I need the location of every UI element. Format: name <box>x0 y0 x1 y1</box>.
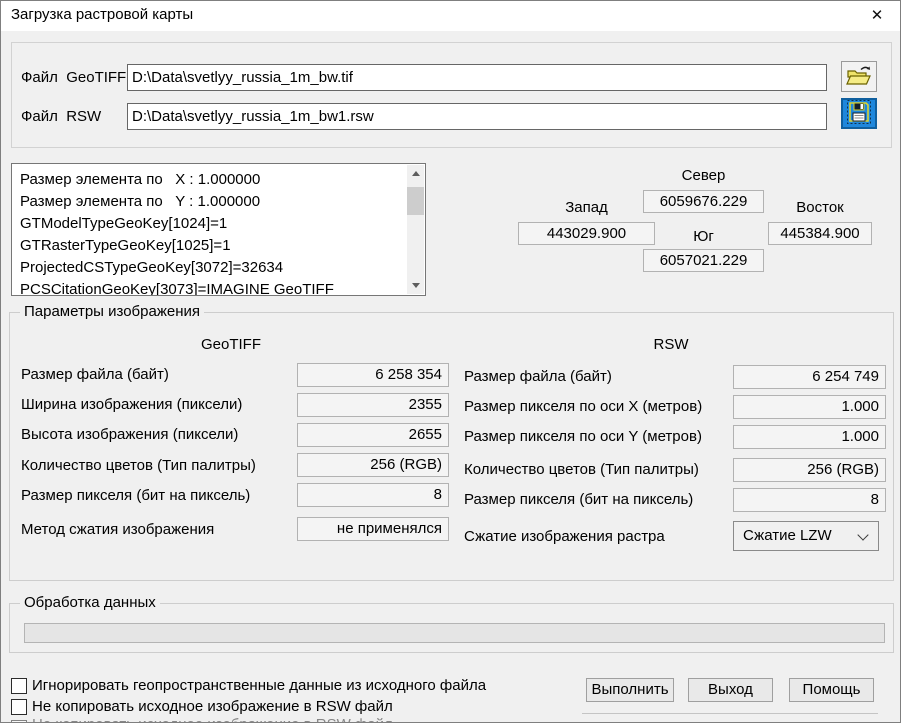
param-value: 6 258 354 <box>297 363 449 387</box>
metadata-line: GTRasterTypeGeoKey[1025]=1 <box>12 235 408 257</box>
close-icon[interactable]: ✕ <box>854 1 900 30</box>
compression-selected-value: Сжатие LZW <box>743 527 832 544</box>
west-value: 443029.900 <box>518 222 655 245</box>
param-value: 8 <box>297 483 449 507</box>
clipped-divider <box>582 713 878 714</box>
south-label: Юг <box>643 227 764 247</box>
checkbox-ignore-geodata[interactable] <box>11 678 27 694</box>
open-geotiff-button[interactable] <box>841 61 877 92</box>
folder-open-icon <box>846 65 872 89</box>
param-label: Количество цветов (Тип палитры) <box>21 456 256 476</box>
param-label: Размер пикселя (бит на пиксель) <box>21 486 250 506</box>
rsw-path-input[interactable] <box>127 103 827 130</box>
north-label: Север <box>643 166 764 186</box>
param-label: Количество цветов (Тип палитры) <box>464 460 699 480</box>
param-value: 256 (RGB) <box>733 458 886 482</box>
title-bar: Загрузка растровой карты ✕ <box>1 1 900 31</box>
param-label: Метод сжатия изображения <box>21 520 214 540</box>
dialog-title: Загрузка растровой карты <box>11 6 193 23</box>
west-label: Запад <box>518 198 655 218</box>
help-button[interactable]: Помощь <box>789 678 874 702</box>
geotiff-column-header: GeoTIFF <box>141 335 321 355</box>
east-label: Восток <box>768 198 872 218</box>
south-value: 6057021.229 <box>643 249 764 272</box>
checkbox-ignore-geodata-label: Игнорировать геопространственные данные … <box>32 676 486 696</box>
metadata-line: PCSCitationGeoKey[3073]=IMAGINE GeoTIFF <box>12 279 408 296</box>
geotiff-file-label: Файл GeoTIFF <box>21 68 126 88</box>
param-label: Размер пикселя по оси Y (метров) <box>464 427 702 447</box>
param-value: не применялся <box>297 517 449 541</box>
clipped-ghost-text: Не копировать исходное изображение в RSW… <box>32 715 393 723</box>
metadata-scrollbar[interactable] <box>407 165 424 294</box>
chevron-down-icon <box>857 529 868 540</box>
metadata-line: GTModelTypeGeoKey[1024]=1 <box>12 213 408 235</box>
geotiff-path-input[interactable] <box>127 64 827 91</box>
param-value: 1.000 <box>733 425 886 449</box>
north-value: 6059676.229 <box>643 190 764 213</box>
checkbox-no-copy-image-label: Не копировать исходное изображение в RSW… <box>32 697 393 717</box>
file-frame <box>11 42 892 148</box>
save-rsw-button[interactable] <box>841 98 877 129</box>
param-label: Размер пикселя (бит на пиксель) <box>464 490 693 510</box>
save-floppy-icon <box>847 100 871 127</box>
exit-button[interactable]: Выход <box>688 678 773 702</box>
scrollbar-thumb[interactable] <box>407 187 424 215</box>
rsw-file-label: Файл RSW <box>21 107 101 127</box>
metadata-line: Размер элемента по X : 1.000000 <box>12 169 408 191</box>
param-value: 8 <box>733 488 886 512</box>
param-value: 2655 <box>297 423 449 447</box>
param-label: Размер пикселя по оси X (метров) <box>464 397 702 417</box>
param-label: Ширина изображения (пиксели) <box>21 395 242 415</box>
param-value: 1.000 <box>733 395 886 419</box>
scroll-up-icon[interactable] <box>407 165 424 182</box>
image-params-title: Параметры изображения <box>20 302 204 322</box>
metadata-line: Размер элемента по Y : 1.000000 <box>12 191 408 213</box>
param-label: Высота изображения (пиксели) <box>21 425 238 445</box>
processing-group: Обработка данных <box>9 603 894 653</box>
rsw-column-header: RSW <box>586 335 756 355</box>
compression-dropdown[interactable]: Сжатие LZW <box>733 521 879 551</box>
param-value: 2355 <box>297 393 449 417</box>
metadata-line: ProjectedCSTypeGeoKey[3072]=32634 <box>12 257 408 279</box>
east-value: 445384.900 <box>768 222 872 245</box>
param-value: 6 254 749 <box>733 365 886 389</box>
processing-title: Обработка данных <box>20 593 160 613</box>
scroll-down-icon[interactable] <box>407 277 424 294</box>
param-value: 256 (RGB) <box>297 453 449 477</box>
progress-bar <box>24 623 885 643</box>
execute-button[interactable]: Выполнить <box>586 678 674 702</box>
compression-label: Сжатие изображения растра <box>464 527 665 547</box>
param-label: Размер файла (байт) <box>464 367 612 387</box>
checkbox-no-copy-image[interactable] <box>11 699 27 715</box>
geotiff-metadata-list[interactable]: Размер элемента по X : 1.000000 Размер э… <box>11 163 426 296</box>
dialog-load-raster-map: Загрузка растровой карты ✕ Файл GeoTIFF … <box>0 0 901 723</box>
param-label: Размер файла (байт) <box>21 365 169 385</box>
